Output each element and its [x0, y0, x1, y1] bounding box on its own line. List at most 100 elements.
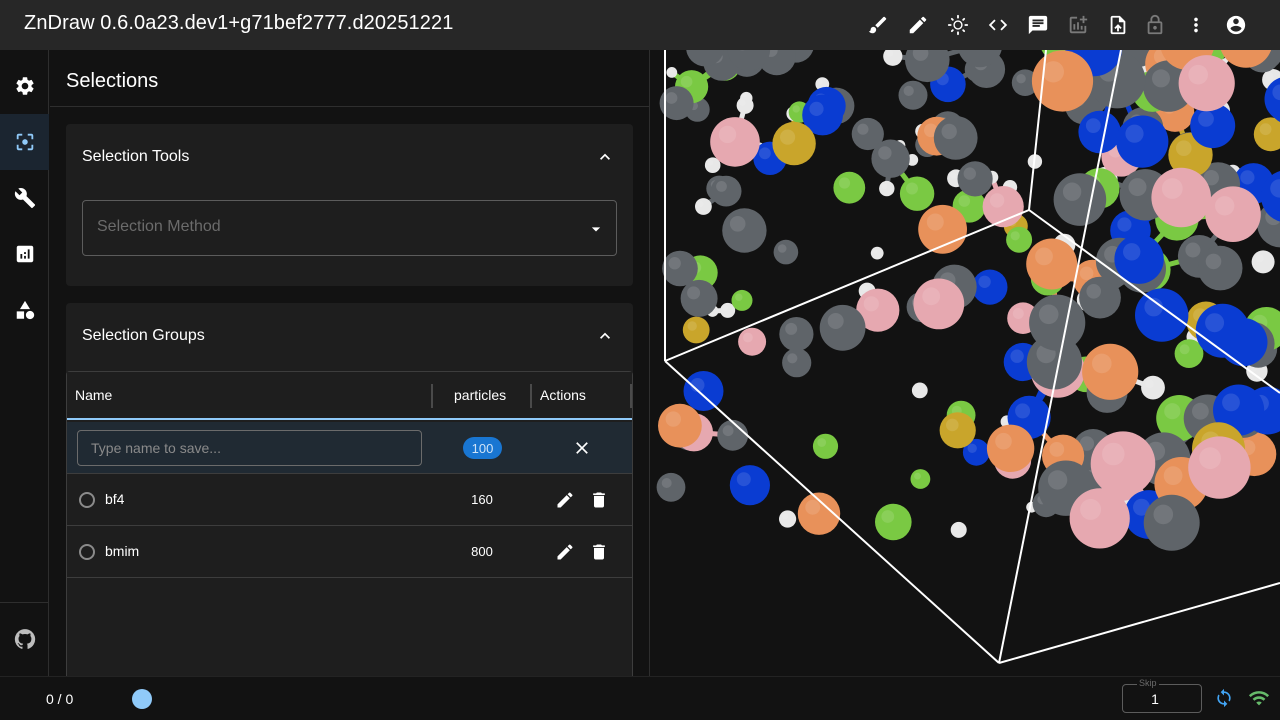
atom[interactable]	[933, 116, 978, 160]
atom[interactable]	[870, 246, 884, 260]
atom[interactable]	[1178, 55, 1235, 112]
atom[interactable]	[1026, 238, 1078, 290]
atom[interactable]	[738, 327, 767, 356]
atom[interactable]	[779, 510, 797, 528]
chat-icon[interactable]	[1026, 13, 1050, 37]
atom[interactable]	[1082, 343, 1139, 400]
delete-icon[interactable]	[589, 542, 609, 562]
atom[interactable]	[695, 198, 712, 215]
atom[interactable]	[680, 279, 718, 317]
atom[interactable]	[972, 269, 1008, 305]
atom[interactable]	[772, 121, 816, 166]
nav-selections[interactable]	[0, 114, 49, 170]
brightness-icon[interactable]	[946, 13, 970, 37]
atom[interactable]	[1195, 303, 1250, 358]
atom[interactable]	[1078, 110, 1121, 154]
atom[interactable]	[1135, 288, 1189, 342]
delete-icon[interactable]	[589, 490, 609, 510]
atom[interactable]	[658, 403, 702, 448]
atom[interactable]	[812, 433, 839, 459]
group-name-input[interactable]	[77, 430, 422, 466]
more-vert-icon[interactable]	[1184, 13, 1208, 37]
atom[interactable]	[717, 419, 749, 451]
atom[interactable]	[879, 180, 895, 197]
atom[interactable]	[833, 171, 866, 204]
column-header-actions[interactable]: Actions	[540, 387, 586, 403]
atom[interactable]	[1053, 173, 1107, 226]
selection-method-select[interactable]: Selection Method	[82, 200, 617, 256]
molecule-viewer-canvas[interactable]	[651, 50, 1280, 676]
atom[interactable]	[779, 317, 814, 352]
atom[interactable]	[1188, 436, 1251, 499]
row-radio[interactable]	[79, 492, 95, 508]
atom[interactable]	[911, 382, 928, 399]
atom[interactable]	[1251, 250, 1275, 274]
file-upload-icon[interactable]	[1106, 13, 1130, 37]
atom[interactable]	[986, 424, 1035, 472]
atom[interactable]	[819, 304, 866, 351]
atom[interactable]	[731, 289, 753, 311]
close-icon[interactable]	[572, 438, 592, 458]
atom[interactable]	[666, 67, 678, 78]
atom[interactable]	[871, 139, 910, 178]
atom[interactable]	[710, 117, 760, 167]
atom[interactable]	[1151, 167, 1211, 228]
column-separator[interactable]	[431, 384, 433, 408]
nav-geometries[interactable]	[0, 282, 49, 338]
atom[interactable]	[656, 472, 686, 502]
atom[interactable]	[782, 348, 812, 378]
frame-slider-thumb[interactable]	[132, 689, 152, 709]
column-separator[interactable]	[630, 384, 632, 408]
code-icon[interactable]	[986, 13, 1010, 37]
pencil-icon[interactable]	[906, 13, 930, 37]
chevron-up-icon[interactable]	[595, 147, 615, 167]
atom[interactable]	[662, 250, 698, 287]
brush-icon[interactable]	[866, 13, 890, 37]
atom[interactable]	[1205, 186, 1261, 242]
nav-github[interactable]	[0, 611, 49, 667]
selection-tools-title[interactable]: Selection Tools	[82, 148, 189, 166]
table-row[interactable]: bmim 800	[67, 526, 632, 578]
atom[interactable]	[1006, 226, 1033, 253]
atom[interactable]	[898, 80, 928, 110]
atom[interactable]	[1069, 488, 1130, 549]
atom[interactable]	[899, 176, 935, 211]
column-header-particles[interactable]: particles	[454, 387, 506, 403]
account-circle-icon[interactable]	[1224, 13, 1248, 37]
table-row[interactable]: bf4 160	[67, 474, 632, 526]
atom[interactable]	[729, 465, 770, 506]
column-header-name[interactable]: Name	[75, 387, 112, 403]
atom[interactable]	[913, 278, 965, 330]
chevron-up-icon[interactable]	[595, 326, 615, 346]
atom[interactable]	[1029, 294, 1086, 351]
atom[interactable]	[950, 521, 967, 538]
atom-highlight	[946, 418, 959, 432]
atom-highlight	[1010, 231, 1020, 241]
sync-icon[interactable]	[1214, 688, 1236, 710]
atom[interactable]	[1090, 431, 1156, 497]
atom[interactable]	[722, 208, 767, 253]
nav-settings[interactable]	[0, 58, 49, 114]
row-radio[interactable]	[79, 544, 95, 560]
atom[interactable]	[939, 412, 976, 449]
skip-input[interactable]: Skip 1	[1122, 678, 1202, 713]
selection-groups-title[interactable]: Selection Groups	[82, 327, 205, 345]
molecule-scene[interactable]	[651, 50, 1280, 676]
edit-icon[interactable]	[555, 542, 575, 562]
atom[interactable]	[910, 469, 931, 489]
atom[interactable]	[1141, 375, 1165, 400]
atom[interactable]	[683, 371, 724, 411]
atom[interactable]	[682, 316, 710, 344]
atom[interactable]	[710, 175, 742, 207]
atom[interactable]	[773, 239, 799, 265]
atom[interactable]	[1116, 115, 1169, 168]
atom[interactable]	[875, 503, 912, 541]
atom[interactable]	[736, 96, 754, 114]
column-separator[interactable]	[530, 384, 532, 408]
atom[interactable]	[1197, 245, 1243, 291]
edit-icon[interactable]	[555, 490, 575, 510]
nav-modifiers[interactable]	[0, 170, 49, 226]
nav-analysis[interactable]	[0, 226, 49, 282]
atom[interactable]	[1143, 494, 1200, 551]
atom[interactable]	[957, 161, 993, 197]
